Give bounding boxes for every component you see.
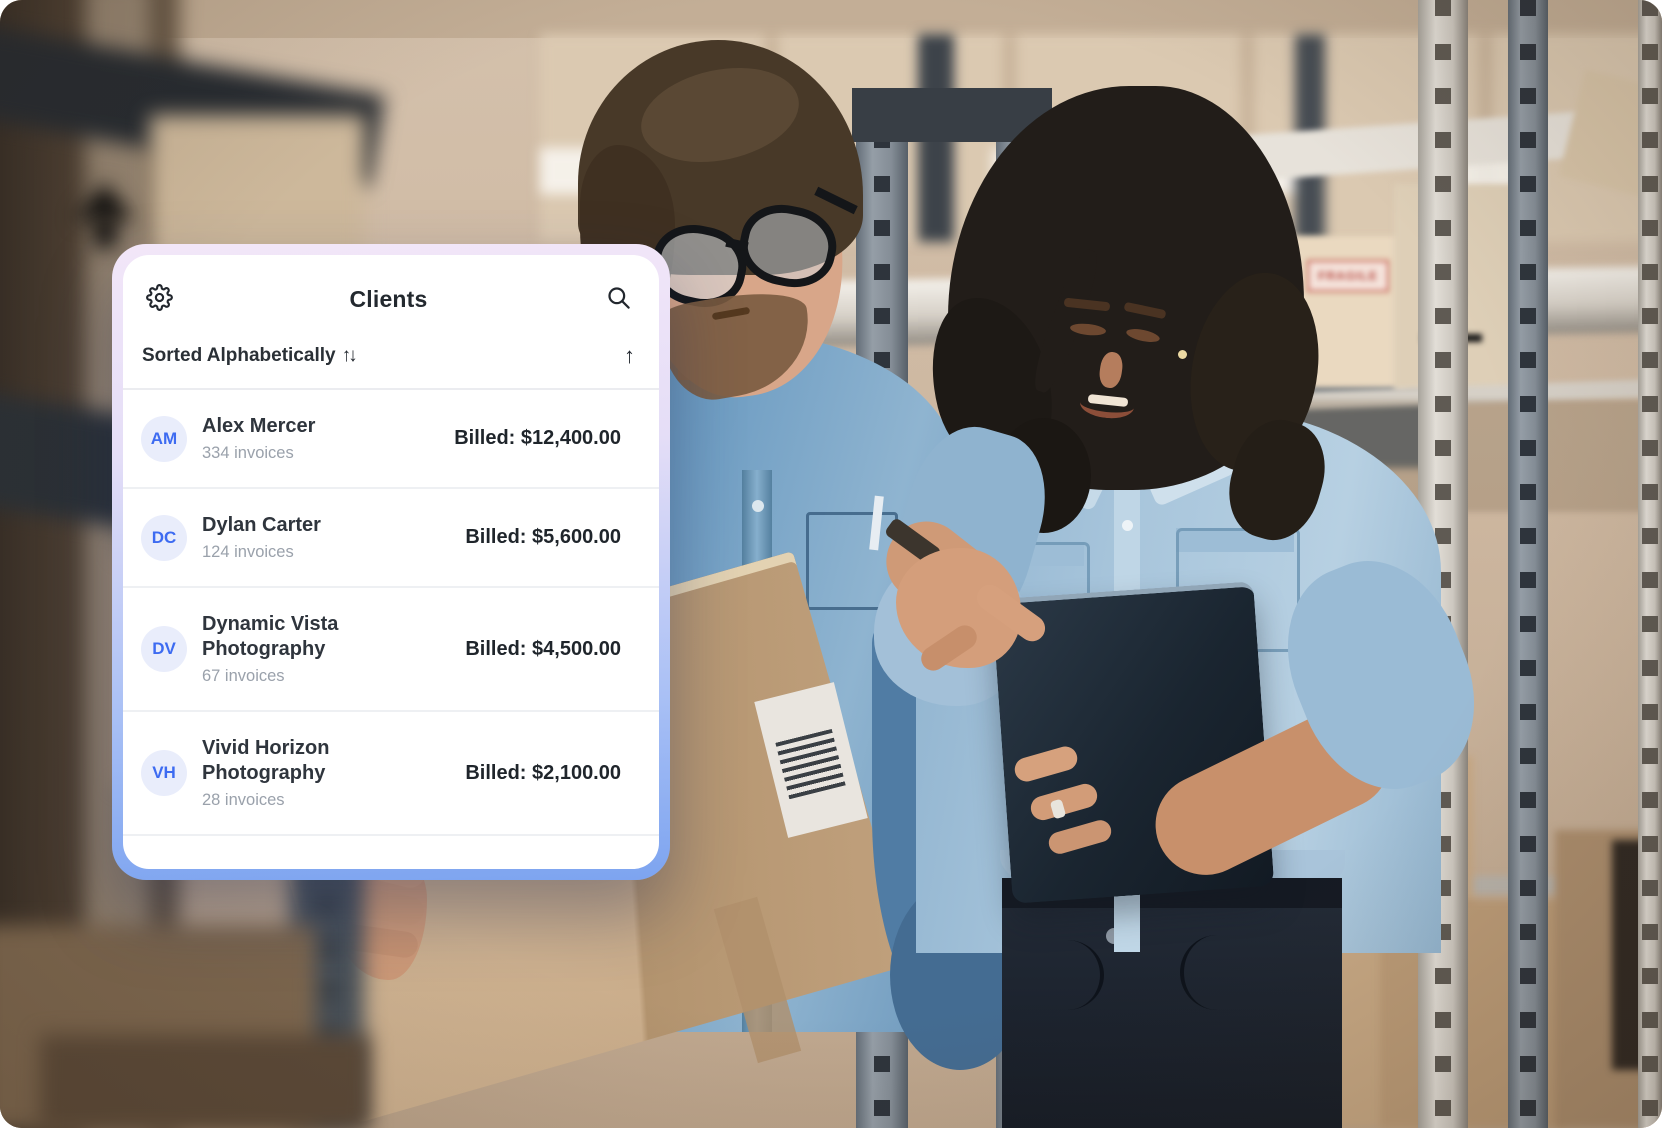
avatar-initials: VH: [152, 763, 176, 783]
client-list: AM Alex Mercer 334 invoices Billed: $12,…: [123, 390, 659, 836]
shelving-upright: [1508, 0, 1548, 1128]
client-info: Vivid Horizon Photography 28 invoices: [202, 736, 384, 810]
arrow-up-icon: ↑: [624, 343, 635, 368]
client-row-vivid-horizon[interactable]: VH Vivid Horizon Photography 28 invoices…: [123, 712, 659, 836]
jeans-pocket-seam: [1030, 940, 1104, 1010]
settings-button[interactable]: [144, 284, 174, 314]
box-arrow-icon: [94, 216, 116, 248]
fragile-label: FRAGILE: [1307, 260, 1389, 292]
sort-control[interactable]: Sorted Alphabetically ↑↓: [142, 345, 355, 367]
avatar: AM: [141, 416, 187, 462]
sort-direction-button[interactable]: ↑: [624, 345, 635, 367]
avatar-initials: DC: [152, 528, 177, 548]
client-billed-amount: Billed: $5,600.00: [465, 526, 621, 549]
client-info: Dynamic Vista Photography 67 invoices: [202, 612, 384, 686]
clients-card-body: Clients Sorted Alphabetically ↑↓: [123, 255, 659, 869]
card-title: Clients: [349, 286, 427, 313]
client-info: Alex Mercer 334 invoices: [202, 414, 384, 463]
gear-icon: [146, 284, 173, 314]
box-arrow-icon: [74, 182, 134, 220]
avatar: DC: [141, 515, 187, 561]
sort-label: Sorted Alphabetically: [142, 345, 336, 367]
avatar: DV: [141, 626, 187, 672]
client-row-alex-mercer[interactable]: AM Alex Mercer 334 invoices Billed: $12,…: [123, 390, 659, 489]
client-name: Alex Mercer: [202, 414, 384, 439]
foreground-boxes: [40, 1035, 370, 1128]
search-button[interactable]: [603, 284, 633, 314]
marketing-hero-image: FRAGILE: [0, 0, 1662, 1128]
client-info: Dylan Carter 124 invoices: [202, 513, 384, 562]
client-billed-amount: Billed: $2,100.00: [465, 762, 621, 785]
card-header: Clients: [123, 279, 659, 319]
avatar-initials: AM: [151, 429, 177, 449]
client-invoice-count: 67 invoices: [202, 667, 384, 686]
client-row-dylan-carter[interactable]: DC Dylan Carter 124 invoices Billed: $5,…: [123, 489, 659, 588]
sort-row: Sorted Alphabetically ↑↓ ↑: [123, 345, 659, 367]
client-name: Vivid Horizon Photography: [202, 736, 384, 786]
shirt-button: [752, 500, 764, 512]
avatar: VH: [141, 750, 187, 796]
client-invoice-count: 124 invoices: [202, 543, 384, 562]
client-name: Dylan Carter: [202, 513, 384, 538]
client-row-dynamic-vista[interactable]: DV Dynamic Vista Photography 67 invoices…: [123, 588, 659, 712]
client-invoice-count: 28 invoices: [202, 791, 384, 810]
avatar-initials: DV: [152, 639, 176, 659]
shelving-upright: [1638, 0, 1662, 1128]
shirt-button: [1122, 520, 1133, 531]
search-icon: [605, 284, 632, 314]
sort-arrows-icon: ↑↓: [342, 345, 355, 367]
client-name: Dynamic Vista Photography: [202, 612, 384, 662]
client-invoice-count: 334 invoices: [202, 444, 384, 463]
clients-card: Clients Sorted Alphabetically ↑↓: [112, 244, 670, 880]
ceiling-strip: [0, 0, 1662, 38]
jeans-pocket-seam: [1180, 935, 1254, 1010]
woman-earring: [1178, 350, 1187, 359]
client-billed-amount: Billed: $12,400.00: [454, 427, 621, 450]
client-billed-amount: Billed: $4,500.00: [465, 638, 621, 661]
woman-jeans: [1002, 888, 1342, 1128]
